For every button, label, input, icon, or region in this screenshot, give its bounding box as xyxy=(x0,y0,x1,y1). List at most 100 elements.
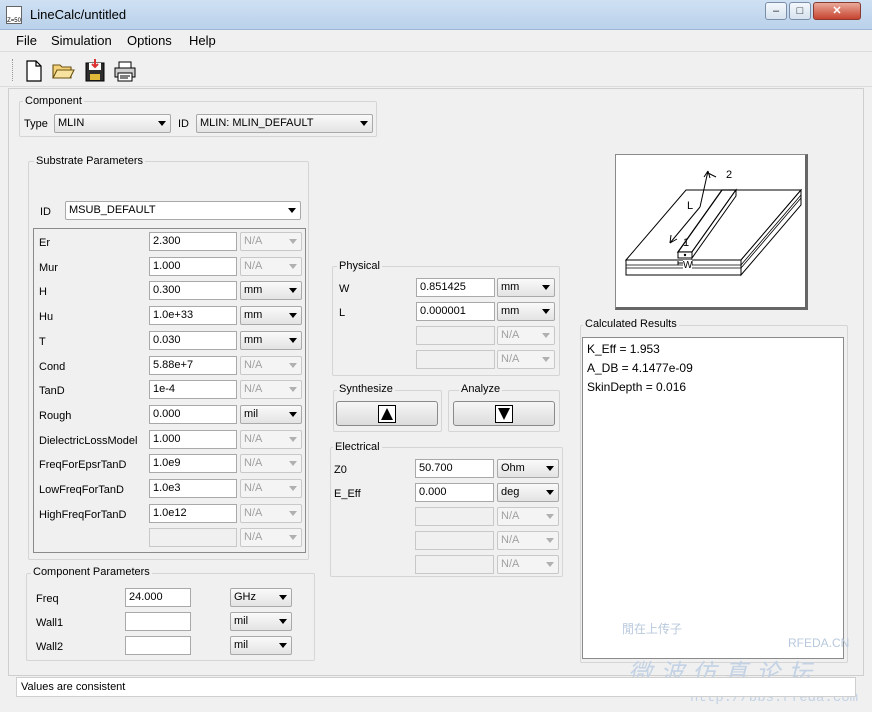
substrate-param-input[interactable]: 0.300 xyxy=(149,281,237,301)
substrate-unit-select[interactable]: N/A xyxy=(240,528,302,548)
substrate-unit-select[interactable]: N/A xyxy=(240,355,302,375)
chevron-down-icon xyxy=(546,538,554,543)
substrate-param-input[interactable]: 0.000 xyxy=(149,404,237,424)
substrate-unit-select-value: N/A xyxy=(244,482,263,494)
substrate-param-input[interactable]: 0.030 xyxy=(149,330,237,350)
physical-param-input[interactable]: 0.000001 xyxy=(416,302,495,321)
substrate-unit-select[interactable]: mm xyxy=(240,281,302,301)
substrate-unit-select-value: N/A xyxy=(244,235,263,247)
substrate-unit-select[interactable]: mm xyxy=(240,330,302,350)
menu-help[interactable]: Help xyxy=(189,33,216,48)
substrate-id-label: ID xyxy=(40,206,51,218)
substrate-unit-select[interactable]: N/A xyxy=(240,429,302,449)
chevron-down-icon xyxy=(279,643,287,648)
maximize-button[interactable]: □ xyxy=(789,2,811,20)
menu-options[interactable]: Options xyxy=(127,33,172,48)
component-param-unit-select-value: mil xyxy=(234,615,249,627)
substrate-param-label: Er xyxy=(39,237,50,249)
substrate-param-input[interactable]: 1.000 xyxy=(149,429,237,449)
chevron-down-icon xyxy=(542,309,550,314)
physical-param-input[interactable]: 0.851425 xyxy=(416,278,495,297)
substrate-param-input[interactable]: 1.0e+33 xyxy=(149,306,237,326)
type-label: Type xyxy=(24,118,48,130)
component-param-unit-select[interactable]: mil xyxy=(230,612,292,631)
substrate-unit-select[interactable]: mil xyxy=(240,404,302,424)
electrical-unit-select[interactable]: N/A xyxy=(497,555,559,574)
component-params-title: Component Parameters xyxy=(31,566,152,578)
microstrip-drawing xyxy=(624,170,803,277)
result-k-eff: K_Eff = 1.953 xyxy=(587,342,660,356)
synthesize-button[interactable] xyxy=(336,401,438,426)
diagram-length-label: L xyxy=(687,200,694,212)
physical-unit-select[interactable]: mm xyxy=(497,302,555,321)
chevron-down-icon xyxy=(546,514,554,519)
electrical-unit-select[interactable]: N/A xyxy=(497,507,559,526)
component-param-input[interactable]: 24.000 xyxy=(125,588,191,607)
toolbar xyxy=(0,53,872,87)
electrical-group-title: Electrical xyxy=(333,441,382,453)
toolbar-grip xyxy=(12,59,14,81)
electrical-param-input[interactable]: 50.700 xyxy=(415,459,494,478)
physical-param-label: W xyxy=(339,283,350,295)
electrical-param-label: Z0 xyxy=(334,464,347,476)
open-folder-icon[interactable] xyxy=(51,59,75,83)
substrate-param-label: HighFreqForTanD xyxy=(39,508,127,521)
substrate-unit-select[interactable]: N/A xyxy=(240,380,302,400)
title-bar[interactable]: Z=50 LineCalc/untitled – □ ✕ xyxy=(0,0,872,30)
menu-file[interactable]: File xyxy=(16,33,37,48)
electrical-param-input[interactable]: 0.000 xyxy=(415,483,494,502)
substrate-unit-select[interactable]: N/A xyxy=(240,232,302,251)
substrate-param-input[interactable]: 1.000 xyxy=(149,256,237,276)
component-param-unit-select-value: GHz xyxy=(234,591,256,603)
substrate-unit-select-value: N/A xyxy=(244,432,263,445)
window-title: LineCalc/untitled xyxy=(30,7,127,22)
physical-unit-select[interactable]: N/A xyxy=(497,326,555,345)
save-disk-icon[interactable] xyxy=(83,59,107,83)
substrate-param-input[interactable]: 1.0e3 xyxy=(149,479,237,498)
substrate-param-input[interactable]: 1.0e12 xyxy=(149,503,237,523)
substrate-param-input[interactable]: 2.300 xyxy=(149,232,237,251)
substrate-param-input[interactable]: 1e-4 xyxy=(149,380,237,400)
physical-param-label: L xyxy=(339,307,346,319)
chevron-down-icon xyxy=(158,121,166,126)
analyze-button[interactable] xyxy=(453,401,555,426)
electrical-unit-select[interactable]: N/A xyxy=(497,531,559,550)
substrate-param-label: FreqForEpsrTanD xyxy=(39,459,127,472)
electrical-unit-select[interactable]: Ohm xyxy=(497,459,559,478)
electrical-unit-select-value: deg xyxy=(501,486,520,498)
component-param-unit-select-value: mil xyxy=(234,639,249,651)
type-select-value: MLIN xyxy=(58,117,85,129)
type-select[interactable]: MLIN xyxy=(54,114,171,133)
print-icon[interactable] xyxy=(113,59,137,83)
substrate-unit-select-value: N/A xyxy=(244,259,263,272)
substrate-param-label: Cond xyxy=(39,360,66,373)
substrate-unit-select[interactable]: N/A xyxy=(240,479,302,498)
component-param-input[interactable] xyxy=(125,612,191,631)
physical-unit-select[interactable]: mm xyxy=(497,278,555,297)
menu-bar: File Simulation Options Help xyxy=(0,30,872,52)
component-param-input[interactable] xyxy=(125,636,191,655)
new-file-icon[interactable] xyxy=(22,59,46,83)
chevron-down-icon xyxy=(289,411,297,417)
menu-simulation[interactable]: Simulation xyxy=(51,33,112,48)
component-param-unit-select[interactable]: GHz xyxy=(230,588,292,607)
substrate-unit-select-value: N/A xyxy=(244,358,263,371)
substrate-id-select[interactable]: MSUB_DEFAULT xyxy=(65,201,301,220)
electrical-unit-select[interactable]: deg xyxy=(497,483,559,502)
physical-unit-select[interactable]: N/A xyxy=(497,350,555,369)
minimize-button[interactable]: – xyxy=(765,2,787,20)
component-id-select[interactable]: MLIN: MLIN_DEFAULT xyxy=(196,114,373,133)
substrate-unit-select[interactable]: N/A xyxy=(240,454,302,474)
close-button[interactable]: ✕ xyxy=(813,2,861,20)
substrate-param-input[interactable]: 1.0e9 xyxy=(149,454,237,474)
physical-unit-select-value: mm xyxy=(501,305,520,317)
substrate-unit-select[interactable]: N/A xyxy=(240,256,302,276)
chevron-down-icon xyxy=(546,562,554,567)
component-param-unit-select[interactable]: mil xyxy=(230,636,292,655)
substrate-unit-select[interactable]: mm xyxy=(240,306,302,326)
substrate-unit-select[interactable]: N/A xyxy=(240,503,302,523)
chevron-down-icon xyxy=(289,337,297,343)
physical-group-title: Physical xyxy=(337,260,382,272)
analyze-group-title: Analyze xyxy=(459,383,503,395)
substrate-param-input[interactable]: 5.88e+7 xyxy=(149,355,237,375)
